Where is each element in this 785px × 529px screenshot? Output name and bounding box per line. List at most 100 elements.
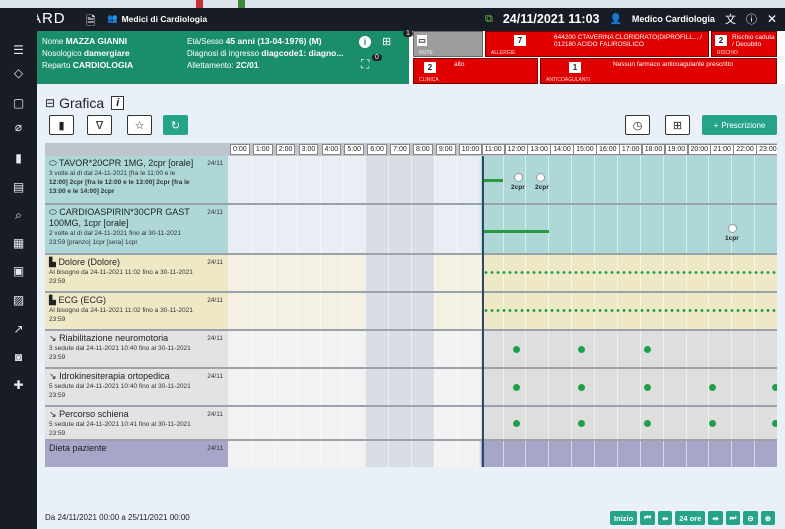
- sidebar-scan-icon[interactable]: ◙: [0, 346, 37, 368]
- alert-clinical[interactable]: 2 alto CLINICA: [413, 58, 538, 84]
- sidebar-vial-icon[interactable]: ▮: [0, 147, 37, 169]
- filter-button[interactable]: ∇: [87, 115, 112, 135]
- hour-separator: [342, 369, 344, 405]
- refresh-button[interactable]: ↻: [163, 115, 188, 135]
- alert-risk[interactable]: 2 Rischio caduta / Decubito RISCHIO: [711, 31, 777, 57]
- hour-separator: [273, 407, 275, 439]
- session-dot[interactable]: [513, 346, 520, 353]
- external-link-icon[interactable]: ⊞: [382, 35, 391, 48]
- hour-separator: [594, 407, 595, 439]
- row-cardioaspirin[interactable]: ⬭ CARDIOASPIRIN*30CPR GAST 100MG, 1cpr […: [45, 205, 777, 255]
- document-icon[interactable]: 🗎: [86, 12, 96, 33]
- close-icon[interactable]: ✕: [767, 12, 777, 26]
- alert-anticoagulants[interactable]: 1 Nessun farmaco anticoagulante prescrit…: [540, 58, 777, 84]
- sidebar-attachment-icon[interactable]: ⌀: [0, 116, 37, 138]
- session-dot[interactable]: [709, 384, 716, 391]
- hour-separator: [708, 205, 710, 253]
- zoom-out-icon[interactable]: ⊖: [743, 511, 758, 525]
- hour-separator: [250, 331, 252, 367]
- row-dolore[interactable]: ▙ Dolore (Dolore) 24/11 Al bisogno da 24…: [45, 255, 777, 293]
- hour-separator: [456, 205, 458, 253]
- hour-separator: [411, 205, 412, 253]
- session-dot[interactable]: [644, 346, 651, 353]
- range-button[interactable]: 24 ore: [675, 511, 706, 525]
- session-dot[interactable]: [644, 420, 651, 427]
- dose-marker[interactable]: [728, 224, 737, 233]
- sidebar: ☰ ◇ ▢ ⌀ ▮ ▤ ⌕ ▦ ▣ ▨ ↗ ◙ ✚: [0, 8, 37, 529]
- hour-separator: [525, 156, 527, 203]
- row-dieta[interactable]: Dieta paziente 24/11: [45, 441, 777, 467]
- hour-separator: [502, 205, 504, 253]
- session-dot[interactable]: [644, 384, 651, 391]
- alert-note[interactable]: ▭ NOTE: [413, 31, 483, 57]
- last-page-icon[interactable]: ⏭: [725, 511, 741, 525]
- row-tavor[interactable]: ⬭ TAVOR*20CPR 1MG, 2cpr [orale] 24/11 3 …: [45, 156, 777, 205]
- next-icon[interactable]: ➡: [708, 511, 723, 525]
- strip-mark: [238, 0, 245, 8]
- sidebar-list-icon[interactable]: ☰: [0, 39, 37, 61]
- patient-info-icon[interactable]: i: [359, 36, 371, 48]
- title-info-button[interactable]: i: [111, 96, 125, 110]
- vial-filter-button[interactable]: ▮: [49, 115, 74, 135]
- first-page-icon[interactable]: ⏮: [640, 511, 655, 525]
- network-icon[interactable]: ⧉: [485, 13, 493, 26]
- session-dot[interactable]: [578, 346, 585, 353]
- hour-separator: [571, 205, 573, 253]
- favorite-button[interactable]: ☆: [127, 115, 152, 135]
- therapy-icon: ↘: [49, 409, 57, 419]
- hour-separator: [479, 255, 481, 291]
- sidebar-plus-icon[interactable]: ✚: [0, 374, 37, 396]
- session-dot[interactable]: [772, 420, 777, 427]
- session-dot[interactable]: [772, 384, 777, 391]
- row-percorso-schiena[interactable]: ↘ Percorso schiena 24/11 5 sedute dal 24…: [45, 407, 777, 441]
- calendar-clock-button[interactable]: ◷: [625, 115, 650, 135]
- row-ecg[interactable]: ▙ ECG (ECG) 24/11 Al bisogno da 24-11-20…: [45, 293, 777, 331]
- hour-separator: [479, 441, 481, 467]
- hour-separator: [616, 331, 618, 367]
- patient-header[interactable]: Nome MAZZA GIANNI Nosologico damergiare …: [37, 30, 413, 84]
- hour-separator: [319, 369, 321, 405]
- previous-icon[interactable]: ⬅: [657, 511, 673, 525]
- hour-separator: [296, 407, 298, 439]
- group-selector[interactable]: 👥 Medici di Cardiologia: [107, 13, 207, 24]
- row-idrokinesiterapia[interactable]: ↘ Idrokinesiterapia ortopedica 24/11 5 s…: [45, 369, 777, 407]
- dose-marker[interactable]: [536, 173, 545, 182]
- sidebar-search-doc-icon[interactable]: ⌕: [0, 204, 37, 226]
- hour-separator: [250, 441, 252, 467]
- add-copy-button[interactable]: ⊞: [665, 115, 690, 135]
- hour-separator: [502, 369, 504, 405]
- hour-separator: [433, 369, 435, 405]
- hour-separator: [571, 369, 573, 405]
- session-dot[interactable]: [578, 384, 585, 391]
- sidebar-form-icon[interactable]: ▦: [0, 232, 37, 254]
- hour-separator: [685, 441, 687, 467]
- translate-icon[interactable]: 文: [725, 11, 736, 27]
- hour-separator: [685, 407, 687, 439]
- prescription-button[interactable]: + Prescrizione: [702, 115, 777, 135]
- session-dot[interactable]: [513, 384, 520, 391]
- hour-separator: [616, 407, 618, 439]
- sidebar-clipboard-icon[interactable]: ▢: [0, 92, 37, 114]
- hour-tick: 18:00: [641, 144, 666, 155]
- hour-separator: [319, 293, 321, 329]
- info-icon[interactable]: ⓘ: [746, 11, 757, 27]
- hour-separator: [342, 255, 344, 291]
- session-dot[interactable]: [709, 420, 716, 427]
- alert-allergies[interactable]: 7 644200 CTAVERINA CLORIDRATO(DIPROFILL.…: [485, 31, 709, 57]
- sidebar-pill-icon[interactable]: ◇: [0, 62, 37, 84]
- hour-tick: 17:00: [618, 144, 643, 155]
- sidebar-chart-icon[interactable]: ↗: [0, 318, 37, 340]
- hour-separator: [571, 156, 573, 203]
- zoom-in-icon[interactable]: ⊕: [760, 511, 775, 525]
- start-button[interactable]: Inizio: [610, 511, 638, 525]
- bag-icon[interactable]: ⛶: [361, 57, 369, 72]
- row-riabilitazione[interactable]: ↘ Riabilitazione neuromotoria 24/11 3 se…: [45, 331, 777, 369]
- dose-marker[interactable]: [514, 173, 523, 182]
- sidebar-file-icon[interactable]: ▨: [0, 289, 37, 311]
- hour-separator: [388, 369, 390, 405]
- session-dot[interactable]: [513, 420, 520, 427]
- session-dot[interactable]: [578, 420, 585, 427]
- sidebar-calendar-icon[interactable]: ▣: [0, 260, 37, 282]
- user-name[interactable]: Medico Cardiologia: [632, 14, 715, 24]
- sidebar-document-icon[interactable]: ▤: [0, 176, 37, 198]
